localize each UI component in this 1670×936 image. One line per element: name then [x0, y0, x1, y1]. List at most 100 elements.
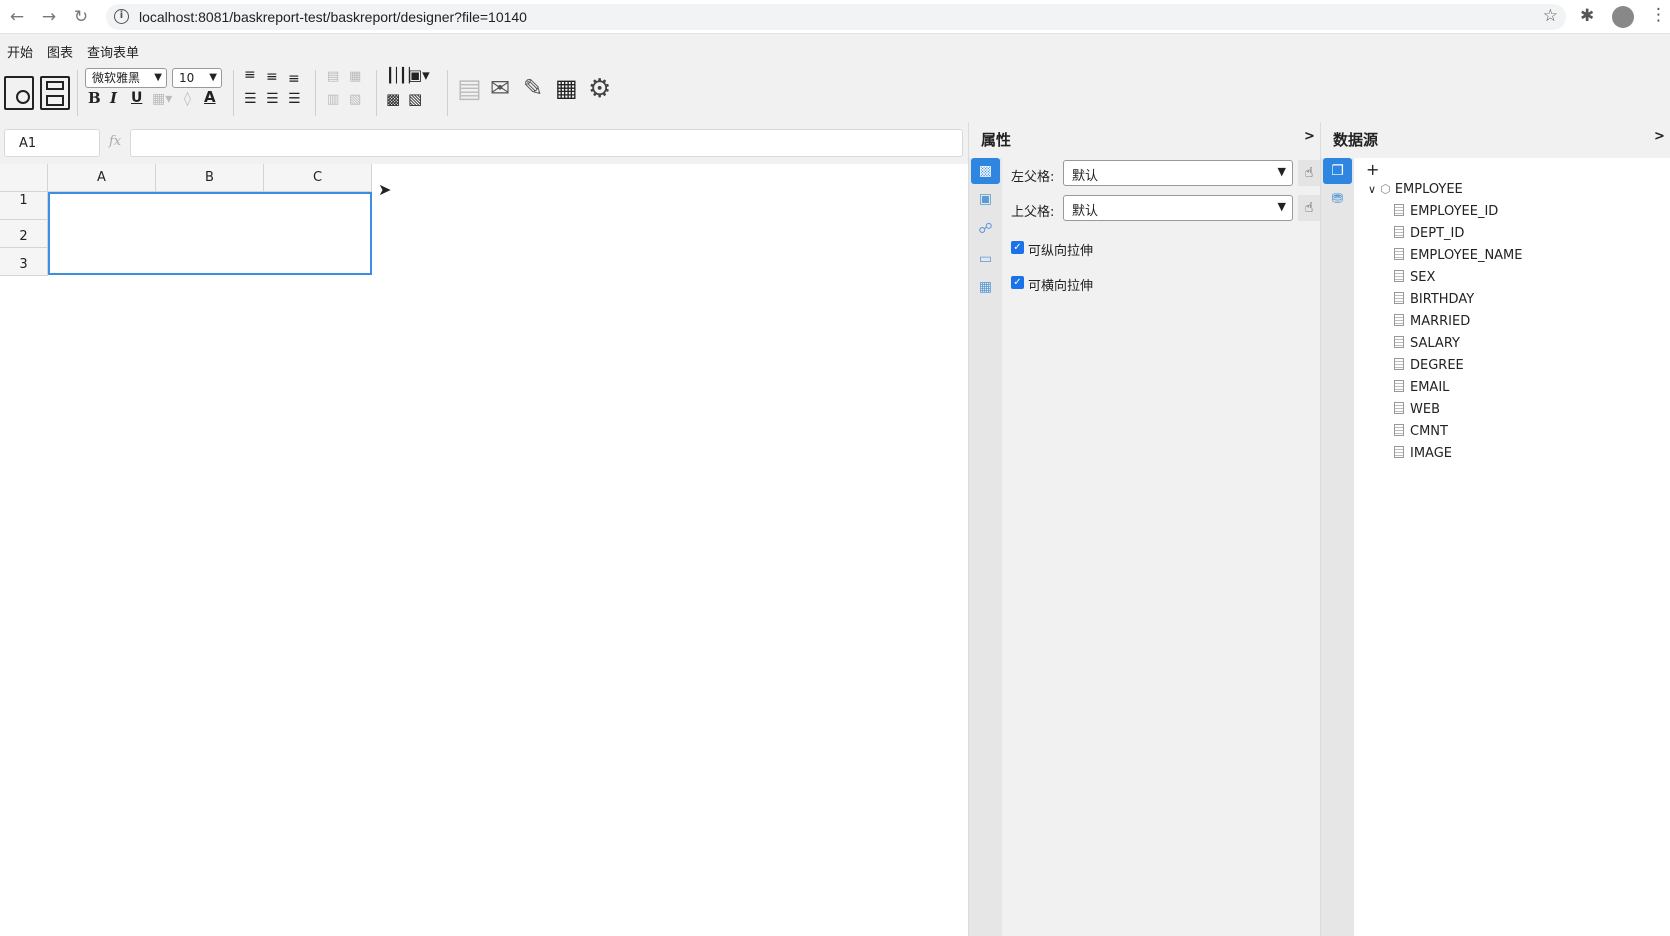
field-icon	[1394, 358, 1404, 370]
field-icon	[1394, 446, 1404, 458]
app-tab-bar: 开始 图表 查询表单	[0, 34, 1670, 67]
extensions-icon[interactable]: ✱	[1580, 6, 1594, 26]
format-painter-icon[interactable]: ▣	[971, 186, 1000, 212]
properties-title: 属性	[981, 131, 1012, 149]
widgets-icon[interactable]: ▦	[971, 274, 1000, 300]
tree-field-item[interactable]: CMNT	[1394, 424, 1448, 439]
left-parent-pick-icon[interactable]: ☝	[1298, 160, 1320, 186]
url-text[interactable]: localhost:8081/baskreport-test/baskrepor…	[139, 9, 527, 25]
row-header-2[interactable]: 2	[0, 220, 48, 248]
horizontal-stretch-checkbox[interactable]: ✓	[1011, 276, 1024, 289]
info-icon[interactable]: i	[114, 9, 129, 24]
left-parent-value: 默认	[1072, 169, 1099, 184]
tree-root-employee[interactable]: ∨ ⬡ EMPLOYEE	[1368, 182, 1463, 197]
browser-menu-icon[interactable]: ⋮	[1650, 5, 1667, 25]
datasource-collapse-button[interactable]: >	[1654, 129, 1665, 144]
tree-field-item[interactable]: MARRIED	[1394, 314, 1470, 329]
vertical-stretch-label[interactable]: 可纵向拉伸	[1028, 240, 1093, 259]
grid-corner[interactable]	[0, 164, 48, 192]
tree-field-item[interactable]: IMAGE	[1394, 446, 1452, 461]
border-icon[interactable]: ▦▾	[152, 92, 172, 106]
field-icon	[1394, 292, 1404, 304]
formula-input[interactable]	[130, 129, 963, 157]
row-header-3[interactable]: 3	[0, 248, 48, 276]
tree-field-item[interactable]: BIRTHDAY	[1394, 292, 1474, 307]
merge-cells-icon[interactable]: ▤	[327, 70, 339, 83]
properties-side-strip: ▩ ▣ ☍ ▭ ▦	[969, 158, 1002, 936]
tree-field-item[interactable]: WEB	[1394, 402, 1440, 417]
save-icon[interactable]	[40, 76, 70, 110]
align-bottom-icon[interactable]: ≡	[288, 72, 300, 86]
forward-icon[interactable]: →	[38, 6, 60, 28]
column-header-b[interactable]: B	[156, 164, 264, 192]
font-size-select[interactable]: 10 ▼	[172, 68, 222, 88]
field-icon	[1394, 380, 1404, 392]
font-family-select[interactable]: 微软雅黑 ▼	[85, 68, 167, 88]
align-middle-icon[interactable]: ≡	[266, 70, 278, 84]
template-icon[interactable]: ✉	[490, 76, 510, 100]
italic-button[interactable]: I	[110, 91, 117, 106]
settings-gear-icon[interactable]: ⚙	[588, 76, 611, 102]
tree-field-item[interactable]: EMAIL	[1394, 380, 1449, 395]
address-bar[interactable]: i localhost:8081/baskreport-test/baskrep…	[106, 4, 1566, 30]
field-name: EMPLOYEE_ID	[1410, 204, 1499, 219]
field-name: BIRTHDAY	[1410, 292, 1475, 307]
top-parent-select[interactable]: 默认 ▼	[1063, 195, 1293, 221]
unmerge-cells-icon[interactable]: ▦	[349, 70, 361, 83]
qrcode-icon[interactable]: ▩	[386, 92, 400, 107]
tab-query-form[interactable]: 查询表单	[87, 42, 139, 61]
toolbar-separator	[315, 70, 316, 116]
chevron-down-icon[interactable]: ∨	[1368, 183, 1376, 196]
cell-selection[interactable]	[48, 192, 372, 275]
tree-field-item[interactable]: EMPLOYEE_NAME	[1394, 248, 1523, 263]
spreadsheet-grid[interactable]: A B C 1 2 3	[0, 164, 968, 936]
field-icon	[1394, 226, 1404, 238]
tree-field-item[interactable]: DEPT_ID	[1394, 226, 1464, 241]
tree-field-item[interactable]: SALARY	[1394, 336, 1460, 351]
back-icon[interactable]: ←	[6, 6, 28, 28]
slash-cell-icon[interactable]: ▧	[408, 92, 422, 107]
field-icon	[1394, 204, 1404, 216]
fill-color-icon[interactable]: ◊	[184, 92, 191, 106]
page-setup-icon[interactable]: ▤	[457, 76, 482, 102]
preview-icon[interactable]	[4, 76, 34, 110]
row-header-1[interactable]: 1	[0, 192, 48, 220]
bold-button[interactable]: B	[88, 91, 101, 106]
tree-field-item[interactable]: SEX	[1394, 270, 1435, 285]
left-parent-select[interactable]: 默认 ▼	[1063, 160, 1293, 186]
cell-property-icon[interactable]: ▩	[971, 158, 1000, 184]
dataset-icon[interactable]: ❐	[1323, 158, 1352, 184]
insert-row-icon[interactable]: ▥	[327, 93, 339, 106]
tree-field-item[interactable]: DEGREE	[1394, 358, 1464, 373]
vertical-stretch-checkbox[interactable]: ✓	[1011, 241, 1024, 254]
link-icon[interactable]: ☍	[971, 216, 1000, 242]
cell-reference-text: A1	[19, 136, 37, 151]
top-parent-pick-icon[interactable]: ☝	[1298, 195, 1320, 221]
edit-icon[interactable]: ✎	[523, 76, 543, 100]
align-top-icon[interactable]: ≡	[244, 68, 256, 82]
align-left-icon[interactable]: ☰	[244, 92, 257, 106]
align-right-icon[interactable]: ☰	[288, 92, 301, 106]
add-dataset-button[interactable]: +	[1366, 160, 1379, 179]
parameters-icon[interactable]: ▦	[555, 76, 578, 100]
cell-reference-box[interactable]: A1	[4, 129, 100, 157]
column-header-a[interactable]: A	[48, 164, 156, 192]
font-color-button[interactable]: A	[204, 90, 216, 105]
image-icon[interactable]: ▣▾	[408, 68, 430, 83]
horizontal-stretch-label[interactable]: 可横向拉伸	[1028, 275, 1093, 294]
tree-field-item[interactable]: EMPLOYEE_ID	[1394, 204, 1498, 219]
align-center-icon[interactable]: ☰	[266, 92, 279, 106]
column-header-c[interactable]: C	[264, 164, 372, 192]
reload-icon[interactable]: ↻	[70, 6, 92, 28]
profile-avatar-icon[interactable]	[1612, 6, 1634, 28]
database-icon[interactable]: ⛃	[1323, 186, 1352, 212]
properties-collapse-button[interactable]: >	[1304, 129, 1315, 144]
tab-chart[interactable]: 图表	[47, 42, 73, 61]
field-name: EMAIL	[1410, 380, 1450, 395]
underline-button[interactable]: U	[131, 91, 142, 105]
delete-row-icon[interactable]: ▧	[349, 93, 361, 106]
font-size-value: 10	[179, 71, 195, 85]
bookmark-star-icon[interactable]: ☆	[1543, 6, 1558, 26]
display-icon[interactable]: ▭	[971, 246, 1000, 272]
left-parent-label: 左父格:	[1011, 170, 1055, 185]
